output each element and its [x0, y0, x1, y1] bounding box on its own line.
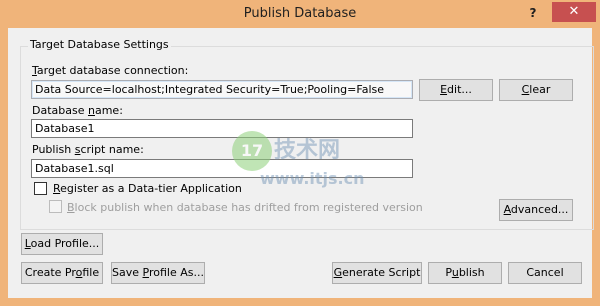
watermark-url: www.itjs.cn — [260, 169, 365, 188]
clear-connection-button[interactable]: Clear — [499, 79, 573, 101]
publish-button[interactable]: Publish — [428, 262, 502, 284]
publish-database-dialog: Publish Database ? ✕ Target Database Set… — [0, 0, 600, 306]
group-label: Target Database Settings — [28, 38, 171, 51]
help-button[interactable]: ? — [520, 3, 546, 23]
dialog-body: Target Database Settings Target database… — [8, 28, 594, 298]
watermark-logo: 17 — [232, 131, 272, 171]
register-data-tier-checkbox[interactable] — [34, 182, 47, 195]
window-title: Publish Database — [243, 6, 357, 21]
register-data-tier-label[interactable]: Register as a Data-tier Application — [53, 182, 242, 195]
create-profile-button[interactable]: Create Profile — [21, 262, 103, 284]
title-bar[interactable]: Publish Database ? ✕ — [0, 0, 600, 28]
advanced-button[interactable]: Advanced... — [499, 199, 573, 221]
script-name-label: Publish script name: — [32, 143, 144, 156]
save-profile-as-button[interactable]: Save Profile As... — [111, 262, 205, 284]
cancel-button[interactable]: Cancel — [508, 262, 582, 284]
edit-connection-button[interactable]: Edit... — [419, 79, 493, 101]
database-name-field[interactable]: Database1 — [31, 119, 413, 138]
close-button[interactable]: ✕ — [552, 2, 596, 22]
watermark-site-name: 技术网 — [274, 138, 341, 163]
load-profile-button[interactable]: Load Profile... — [21, 233, 103, 255]
block-publish-label: Block publish when database has drifted … — [67, 201, 423, 214]
database-name-label: Database name: — [32, 104, 123, 117]
generate-script-button[interactable]: Generate Script — [332, 262, 422, 284]
block-publish-checkbox[interactable] — [49, 200, 62, 213]
connection-string-field[interactable]: Data Source=localhost;Integrated Securit… — [31, 80, 413, 99]
connection-label: Target database connection: — [32, 64, 189, 77]
